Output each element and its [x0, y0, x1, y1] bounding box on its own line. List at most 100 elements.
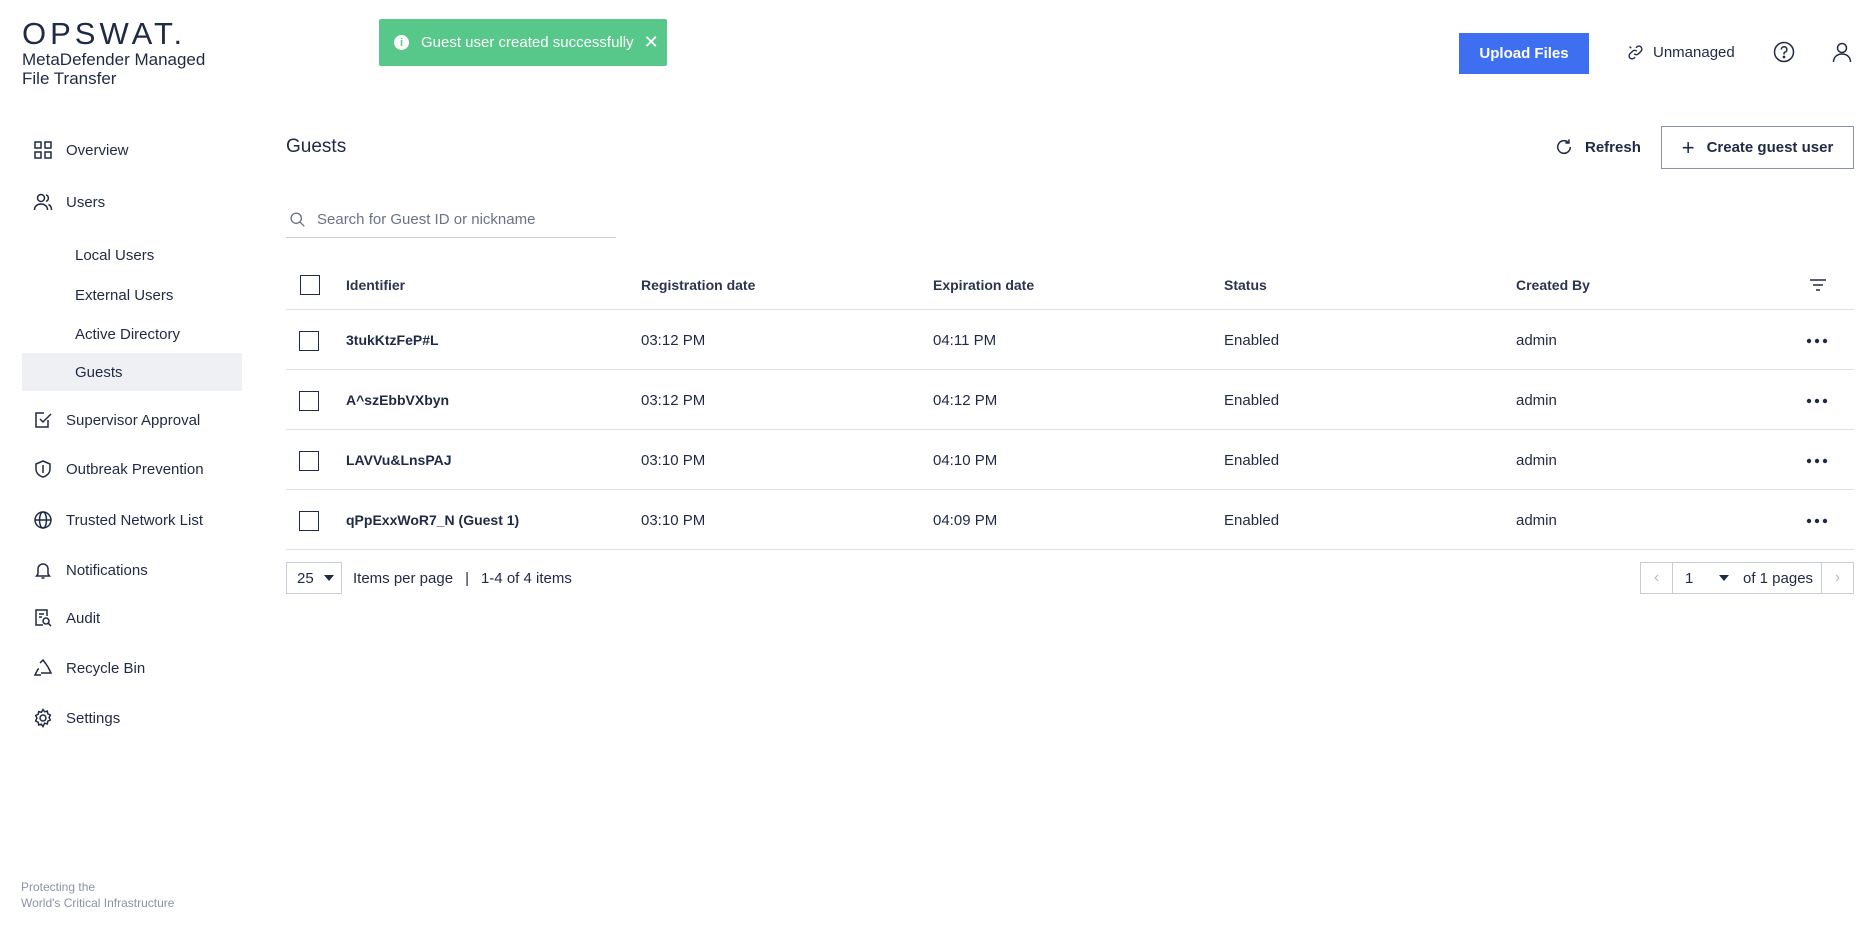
sidebar-subitem-guests[interactable]: Guests: [22, 353, 242, 391]
table-row[interactable]: qPpExxWoR7_N (Guest 1) 03:10 PM 04:09 PM…: [286, 491, 1854, 550]
items-range-label: 1-4 of 4 items: [480, 569, 572, 587]
column-header-expiration-date[interactable]: Expiration date: [933, 260, 1034, 309]
sidebar-item-label: Users: [66, 193, 106, 211]
close-icon[interactable]: ✕: [644, 32, 659, 53]
sidebar-item-label: Overview: [66, 141, 129, 159]
cell-status: Enabled: [1224, 331, 1280, 349]
info-icon: i: [394, 35, 409, 50]
cell-identifier: qPpExxWoR7_N (Guest 1): [346, 512, 520, 528]
cell-created-by: admin: [1516, 331, 1557, 349]
unmanaged-link[interactable]: Unmanaged: [1627, 40, 1735, 64]
row-checkbox[interactable]: [299, 451, 319, 471]
table-row[interactable]: A^szEbbVXbyn 03:12 PM 04:12 PM Enabled a…: [286, 371, 1854, 430]
cell-expiration-date: 04:12 PM: [933, 391, 998, 409]
sidebar-item-label: Settings: [66, 709, 121, 727]
sidebar-item-supervisor-approval[interactable]: Supervisor Approval: [22, 400, 242, 440]
cell-status: Enabled: [1224, 511, 1280, 529]
grid-icon: [32, 139, 54, 161]
previous-page-button[interactable]: ‹: [1641, 563, 1673, 593]
sidebar-item-overview[interactable]: Overview: [22, 130, 242, 170]
sidebar-item-label: Recycle Bin: [66, 659, 146, 677]
sidebar-subitem-external-users[interactable]: External Users: [22, 276, 242, 314]
sidebar-item-label: Outbreak Prevention: [66, 460, 204, 478]
cell-registration-date: 03:12 PM: [641, 331, 706, 349]
globe-icon: [32, 509, 54, 531]
more-actions-icon[interactable]: [1804, 451, 1830, 471]
sidebar-subitem-local-users[interactable]: Local Users: [22, 236, 242, 274]
sidebar-item-label: Notifications: [66, 561, 148, 579]
audit-icon: [32, 607, 54, 629]
current-page-value: 1: [1685, 569, 1694, 587]
total-pages-label: of 1 pages: [1743, 569, 1814, 587]
column-header-registration-date[interactable]: Registration date: [641, 260, 755, 309]
toast-message: Guest user created successfully: [421, 34, 634, 51]
users-icon: [32, 191, 54, 213]
cell-identifier: 3tukKtzFeP#L: [346, 332, 439, 348]
items-per-page-label: Items per page: [353, 569, 454, 587]
page-number-select[interactable]: 1: [1673, 563, 1739, 593]
sidebar-item-users[interactable]: Users: [22, 182, 242, 222]
help-icon[interactable]: [1773, 41, 1795, 63]
more-actions-icon[interactable]: [1804, 331, 1830, 351]
cell-status: Enabled: [1224, 391, 1280, 409]
shield-icon: [32, 458, 54, 480]
page-size-value: 25: [297, 569, 314, 587]
cell-registration-date: 03:10 PM: [641, 451, 706, 469]
filter-icon[interactable]: [1807, 274, 1829, 296]
sidebar-item-outbreak-prevention[interactable]: Outbreak Prevention: [22, 449, 242, 489]
cell-expiration-date: 04:09 PM: [933, 511, 998, 529]
cell-expiration-date: 04:10 PM: [933, 451, 998, 469]
sidebar-item-notifications[interactable]: Notifications: [22, 550, 242, 590]
sidebar-item-trusted-network-list[interactable]: Trusted Network List: [22, 500, 242, 540]
next-page-button[interactable]: ›: [1821, 563, 1853, 593]
column-header-status[interactable]: Status: [1224, 260, 1267, 309]
bell-icon: [32, 559, 54, 581]
row-checkbox[interactable]: [299, 331, 319, 351]
cell-created-by: admin: [1516, 391, 1557, 409]
pagination-separator: |: [465, 569, 469, 587]
column-header-identifier[interactable]: Identifier: [346, 260, 405, 309]
sidebar-subitem-active-directory[interactable]: Active Directory: [22, 315, 242, 353]
sidebar-item-label: Trusted Network List: [66, 511, 203, 529]
refresh-label: Refresh: [1585, 138, 1641, 156]
more-actions-icon[interactable]: [1804, 511, 1830, 531]
column-header-created-by[interactable]: Created By: [1516, 260, 1590, 309]
cell-identifier: LAVVu&LnsPAJ: [346, 452, 452, 468]
select-all-checkbox[interactable]: [300, 275, 320, 295]
tagline-line-2: World's Critical Infrastructure: [21, 896, 175, 910]
table-row[interactable]: LAVVu&LnsPAJ 03:10 PM 04:10 PM Enabled a…: [286, 431, 1854, 490]
user-icon[interactable]: [1831, 41, 1853, 63]
cell-identifier: A^szEbbVXbyn: [346, 392, 450, 408]
sidebar: OPSWAT. MetaDefender Managed File Transf…: [0, 0, 243, 931]
link-icon: [1628, 44, 1643, 60]
more-actions-icon[interactable]: [1804, 391, 1830, 411]
sidebar-item-recycle-bin[interactable]: Recycle Bin: [22, 648, 242, 688]
create-guest-user-button[interactable]: + Create guest user: [1661, 126, 1854, 169]
page-title: Guests: [286, 136, 347, 157]
opswat-logo: OPSWAT.: [22, 16, 187, 51]
success-toast: i Guest user created successfully ✕: [379, 19, 667, 66]
tagline-line-1: Protecting the: [21, 880, 96, 894]
sidebar-item-audit[interactable]: Audit: [22, 598, 242, 638]
sidebar-item-settings[interactable]: Settings: [22, 698, 242, 738]
page-size-select[interactable]: 25: [286, 562, 342, 594]
create-guest-user-label: Create guest user: [1706, 139, 1834, 156]
row-checkbox[interactable]: [299, 511, 319, 531]
search-box: [286, 201, 616, 238]
sidebar-item-label: Audit: [66, 609, 101, 627]
approval-icon: [32, 409, 54, 431]
sidebar-item-label: Supervisor Approval: [66, 411, 201, 429]
gear-icon: [32, 707, 54, 729]
refresh-button[interactable]: Refresh: [1555, 134, 1641, 160]
table-header: Identifier Registration date Expiration …: [286, 260, 1854, 310]
footer-tagline: Protecting the World's Critical Infrastr…: [21, 879, 174, 911]
cell-registration-date: 03:12 PM: [641, 391, 706, 409]
cell-status: Enabled: [1224, 451, 1280, 469]
upload-files-button[interactable]: Upload Files: [1459, 33, 1589, 74]
row-checkbox[interactable]: [299, 391, 319, 411]
search-input[interactable]: [317, 210, 607, 228]
table-row[interactable]: 3tukKtzFeP#L 03:12 PM 04:11 PM Enabled a…: [286, 311, 1854, 370]
unmanaged-label: Unmanaged: [1653, 43, 1735, 61]
cell-expiration-date: 04:11 PM: [933, 331, 997, 349]
cell-created-by: admin: [1516, 511, 1557, 529]
